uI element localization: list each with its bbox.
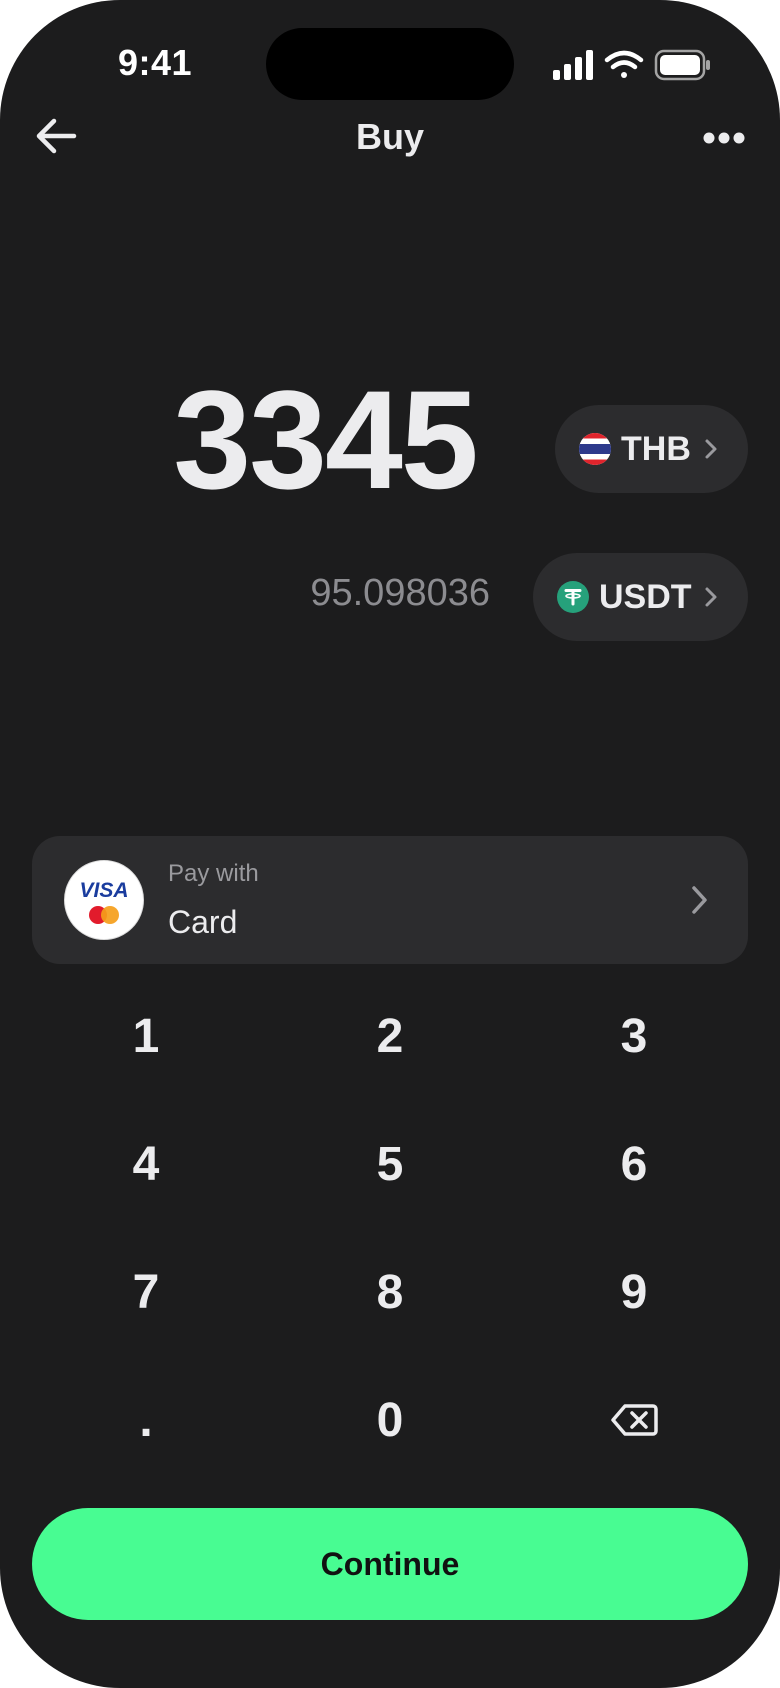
crypto-currency-code: USDT (599, 577, 692, 616)
keypad-key-1[interactable]: 1 (24, 972, 268, 1100)
status-icons (553, 49, 710, 81)
thailand-flag-icon (579, 433, 611, 465)
keypad-key-7[interactable]: 7 (24, 1228, 268, 1356)
chevron-right-icon (692, 886, 707, 914)
more-options-button[interactable] (698, 118, 750, 158)
cellular-signal-icon (553, 50, 593, 80)
keypad-key-8[interactable]: 8 (268, 1228, 512, 1356)
keypad-key-5[interactable]: 5 (268, 1100, 512, 1228)
keypad-key-decimal[interactable]: . (24, 1356, 268, 1484)
dynamic-island (266, 28, 514, 100)
payment-method-selector[interactable]: VISA Pay with Card (32, 836, 748, 964)
wifi-icon (604, 50, 644, 78)
pay-with-caption: Pay with (168, 860, 259, 887)
visa-logo-text: VISA (79, 879, 128, 902)
amount-input-display[interactable]: 3345 (150, 370, 500, 510)
chevron-right-icon (705, 439, 717, 459)
backspace-icon (611, 1404, 658, 1436)
keypad-delete-button[interactable] (512, 1356, 756, 1484)
converted-amount: 95.098036 (310, 572, 490, 614)
payment-method-label: Card (168, 904, 238, 940)
tether-icon (557, 581, 589, 613)
keypad-key-3[interactable]: 3 (512, 972, 756, 1100)
keypad-key-4[interactable]: 4 (24, 1100, 268, 1228)
keypad-key-6[interactable]: 6 (512, 1100, 756, 1228)
keypad-key-2[interactable]: 2 (268, 972, 512, 1100)
battery-icon (654, 49, 710, 81)
page-title: Buy (355, 116, 424, 157)
phone-screen: 9:41 Buy 3345 95.098036 THB USDT VISA Pa… (0, 0, 780, 1688)
card-brand-logo: VISA (64, 860, 144, 940)
more-dots-icon (703, 132, 745, 144)
keypad-key-0[interactable]: 0 (268, 1356, 512, 1484)
chevron-right-icon (705, 587, 717, 607)
continue-button[interactable]: Continue (32, 1508, 748, 1620)
status-time: 9:41 (118, 42, 193, 83)
fiat-currency-selector[interactable]: THB (555, 405, 748, 493)
crypto-currency-selector[interactable]: USDT (533, 553, 748, 641)
keypad-key-9[interactable]: 9 (512, 1228, 756, 1356)
fiat-currency-code: THB (621, 429, 691, 468)
